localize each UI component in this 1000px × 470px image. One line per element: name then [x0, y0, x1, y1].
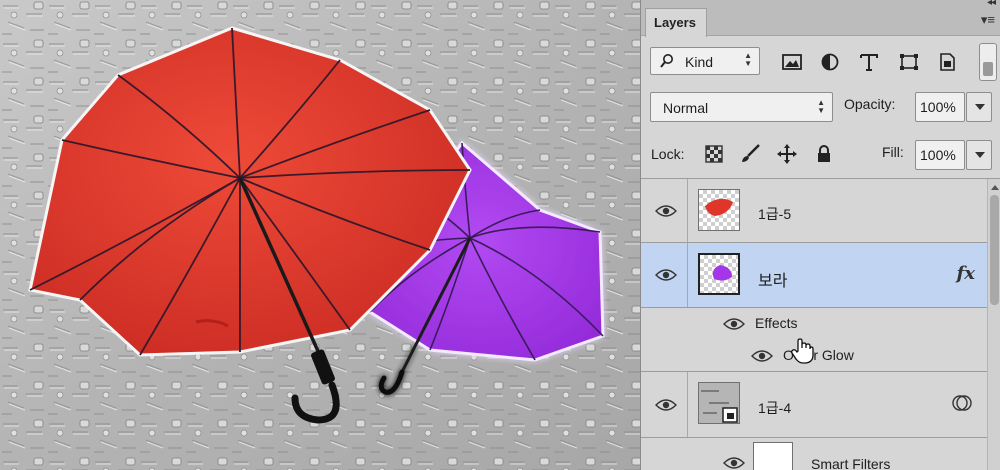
layer-thumbnail — [698, 253, 740, 295]
layer-row-1급-4[interactable]: 1급-4 — [641, 372, 987, 438]
lock-row: Lock: Fill: 100% — [641, 132, 1000, 176]
layer-row-1급-5[interactable]: 1급-5 — [641, 179, 987, 243]
lock-position-icon[interactable] — [776, 143, 798, 165]
layers-scrollbar[interactable] — [987, 179, 1000, 470]
lock-label: Lock: — [651, 146, 685, 162]
tab-layers[interactable]: Layers — [645, 8, 707, 37]
collapse-panel-icon[interactable]: ◂◂ — [987, 0, 996, 8]
effects-label: Effects — [755, 315, 798, 331]
eye-icon[interactable] — [723, 456, 745, 470]
eye-icon[interactable] — [655, 204, 677, 218]
eye-icon[interactable] — [655, 268, 677, 282]
smart-filter-mask-thumbnail — [753, 442, 793, 470]
layer-thumbnail — [698, 382, 740, 424]
smart-filters-label: Smart Filters — [811, 456, 891, 470]
eye-icon[interactable] — [751, 349, 773, 363]
hand-cursor-icon — [791, 338, 814, 364]
effects-row[interactable]: Effects — [641, 308, 987, 340]
panel-menu-icon[interactable]: ▾≡ — [981, 12, 995, 28]
updown-arrows-icon: ▲ ▼ — [817, 98, 825, 115]
eye-icon[interactable] — [723, 317, 745, 331]
updown-arrows-icon: ▲ ▼ — [744, 51, 752, 68]
layer-thumbnail — [698, 189, 740, 231]
scrollbar-thumb[interactable] — [990, 195, 999, 305]
opacity-input[interactable]: 100% — [915, 92, 965, 122]
search-icon — [660, 54, 673, 68]
layer-name: 1급-5 — [758, 206, 792, 222]
layer-name: 보라 — [758, 273, 788, 290]
adjustment-filter-icon[interactable] — [819, 52, 841, 72]
lock-transparent-icon[interactable] — [703, 143, 725, 165]
smart-filters-row[interactable]: Smart Filters — [641, 438, 987, 470]
filter-kind-value: Kind — [685, 54, 714, 70]
canvas-artwork — [0, 0, 640, 470]
image-filter-icon[interactable] — [781, 52, 803, 72]
document-canvas[interactable] — [0, 0, 640, 470]
shape-filter-icon[interactable] — [898, 52, 920, 72]
lock-image-icon[interactable] — [739, 143, 761, 165]
filter-toggle-switch[interactable] — [979, 43, 997, 81]
opacity-label: Opacity: — [844, 96, 896, 112]
fill-input[interactable]: 100% — [915, 140, 965, 170]
lock-all-icon[interactable] — [813, 143, 835, 165]
fill-dropdown-button[interactable] — [966, 140, 992, 170]
panel-tab-bar: ◂◂ Layers ▾≡ — [641, 0, 1000, 37]
blend-row: Normal ▲ ▼ Opacity: 100% — [641, 86, 1000, 128]
smart-object-filter-icon[interactable] — [936, 52, 958, 72]
layer-name: 1급-4 — [758, 400, 792, 416]
type-filter-icon[interactable] — [858, 52, 880, 72]
fill-label: Fill: — [882, 144, 904, 160]
fx-icon[interactable]: fx — [957, 263, 975, 284]
layers-list: 1급-5 보라 fx Effects Outer Glow 1급-4 Smart… — [641, 178, 1000, 470]
chevron-down-icon — [975, 104, 985, 110]
filter-kind-select[interactable]: Kind ▲ ▼ — [650, 47, 760, 75]
blend-mode-value: Normal — [663, 100, 709, 116]
layers-panel: ◂◂ Layers ▾≡ Kind ▲ ▼ Normal ▲ ▼ Opacity… — [640, 0, 1000, 470]
layer-row-보라[interactable]: 보라 fx — [641, 243, 987, 308]
smart-filter-icon[interactable] — [951, 392, 973, 414]
filter-row: Kind ▲ ▼ — [641, 40, 1000, 84]
blend-mode-select[interactable]: Normal ▲ ▼ — [650, 92, 833, 122]
scroll-up-icon[interactable] — [991, 185, 999, 190]
opacity-dropdown-button[interactable] — [966, 92, 992, 122]
chevron-down-icon — [975, 152, 985, 158]
eye-icon[interactable] — [655, 398, 677, 412]
